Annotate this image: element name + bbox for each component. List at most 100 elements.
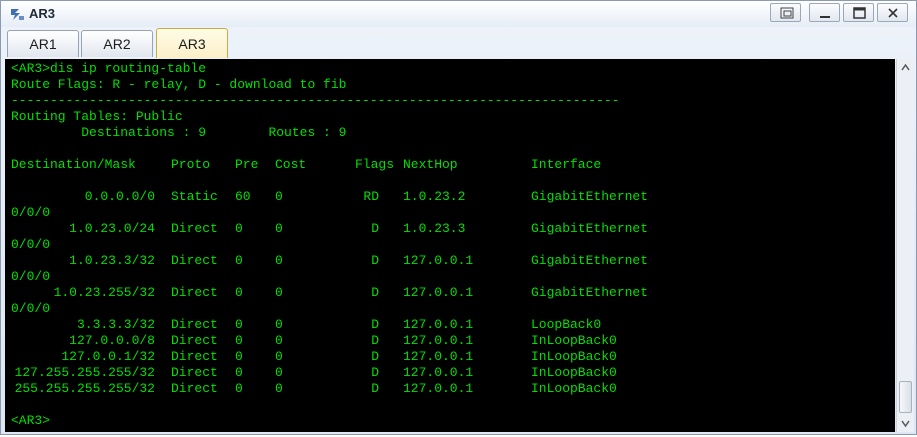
route-proto: Direct xyxy=(171,381,218,396)
route-pre: 0 xyxy=(235,381,243,396)
ensp-app-icon xyxy=(9,6,25,22)
tab-ar2[interactable]: AR2 xyxy=(81,30,153,57)
route-proto: Static xyxy=(171,189,218,204)
col-interface: Interface xyxy=(531,157,602,172)
route-flags-line: Route Flags: R - relay, D - download to … xyxy=(11,77,347,92)
scroll-down-button[interactable] xyxy=(897,415,914,432)
route-destination: 1.0.23.0/24 xyxy=(69,221,155,236)
route-interface-wrap: 0/0/0 xyxy=(11,205,51,220)
maximize-icon xyxy=(853,7,866,19)
col-flags: Flags xyxy=(355,157,395,172)
tab-bar: AR1 AR2 AR3 xyxy=(1,27,916,58)
vertical-scrollbar[interactable] xyxy=(896,59,914,432)
tab-ar3[interactable]: AR3 xyxy=(156,28,228,58)
route-destination: 127.255.255.255/32 xyxy=(14,365,155,380)
route-interface-wrap: 0/0/0 xyxy=(11,269,51,284)
route-proto: Direct xyxy=(171,349,218,364)
route-cost: 0 xyxy=(275,221,283,236)
route-cost: 0 xyxy=(275,381,283,396)
route-flags: D xyxy=(371,381,379,396)
route-nexthop: 127.0.0.1 xyxy=(403,253,474,268)
command-line: <AR3>dis ip routing-table xyxy=(11,61,207,76)
col-cost: Cost xyxy=(275,157,307,172)
route-pre: 0 xyxy=(235,365,243,380)
route-cost: 0 xyxy=(275,253,283,268)
route-flags: D xyxy=(371,333,379,348)
restore-icon xyxy=(780,7,794,19)
route-pre: 0 xyxy=(235,333,243,348)
route-cost: 0 xyxy=(275,365,283,380)
route-interface: GigabitEthernet xyxy=(531,285,649,300)
route-proto: Direct xyxy=(171,253,218,268)
route-pre: 60 xyxy=(235,189,251,204)
minimize-icon xyxy=(820,16,830,18)
maximize-button[interactable] xyxy=(843,3,874,22)
route-pre: 0 xyxy=(235,317,243,332)
route-flags: RD xyxy=(363,189,379,204)
route-cost: 0 xyxy=(275,189,283,204)
route-flags: D xyxy=(371,365,379,380)
route-interface: LoopBack0 xyxy=(531,317,602,332)
route-cost: 0 xyxy=(275,285,283,300)
window-title: AR3 xyxy=(29,6,56,21)
route-nexthop: 1.0.23.2 xyxy=(403,189,466,204)
route-interface: InLoopBack0 xyxy=(531,365,617,380)
route-proto: Direct xyxy=(171,333,218,348)
route-flags: D xyxy=(371,253,379,268)
terminal-prompt[interactable]: <AR3> xyxy=(11,413,50,429)
close-button[interactable] xyxy=(877,3,908,22)
route-nexthop: 127.0.0.1 xyxy=(403,349,474,364)
route-proto: Direct xyxy=(171,365,218,380)
route-destination: 1.0.23.255/32 xyxy=(53,285,155,300)
route-destination: 1.0.23.3/32 xyxy=(69,253,155,268)
tab-ar1[interactable]: AR1 xyxy=(7,30,79,57)
route-cost: 0 xyxy=(275,317,283,332)
route-cost: 0 xyxy=(275,349,283,364)
destinations-count-line: Destinations : 9 Routes : 9 xyxy=(11,125,347,140)
route-destination: 127.0.0.1/32 xyxy=(61,349,155,364)
route-pre: 0 xyxy=(235,285,243,300)
route-interface: GigabitEthernet xyxy=(531,221,649,236)
route-flags: D xyxy=(371,285,379,300)
route-pre: 0 xyxy=(235,253,243,268)
title-bar[interactable]: AR3 xyxy=(1,1,916,27)
route-proto: Direct xyxy=(171,221,218,236)
route-interface: GigabitEthernet xyxy=(531,253,649,268)
route-destination: 127.0.0.0/8 xyxy=(69,333,155,348)
route-destination: 255.255.255.255/32 xyxy=(14,381,155,396)
close-icon xyxy=(888,8,898,18)
restore-button[interactable] xyxy=(770,3,801,22)
col-proto: Proto xyxy=(171,157,211,172)
col-pre: Pre xyxy=(235,157,259,172)
route-interface: GigabitEthernet xyxy=(531,189,649,204)
route-interface: InLoopBack0 xyxy=(531,349,617,364)
col-destination-mask: Destination/Mask xyxy=(11,157,136,172)
scroll-up-icon xyxy=(901,63,910,71)
route-cost: 0 xyxy=(275,333,283,348)
route-pre: 0 xyxy=(235,221,243,236)
route-destination: 3.3.3.3/32 xyxy=(76,317,155,332)
route-interface-wrap: 0/0/0 xyxy=(11,301,51,316)
terminal-console[interactable]: <AR3>dis ip routing-table Route Flags: R … xyxy=(5,59,895,432)
route-flags: D xyxy=(371,221,379,236)
route-proto: Direct xyxy=(171,317,218,332)
route-nexthop: 127.0.0.1 xyxy=(403,333,474,348)
route-destination: 0.0.0.0/0 xyxy=(84,189,155,204)
route-nexthop: 127.0.0.1 xyxy=(403,365,474,380)
col-nexthop: NextHop xyxy=(403,157,458,172)
route-interface-wrap: 0/0/0 xyxy=(11,237,51,252)
scroll-up-button[interactable] xyxy=(897,59,914,76)
route-flags: D xyxy=(371,317,379,332)
route-interface: InLoopBack0 xyxy=(531,381,617,396)
route-pre: 0 xyxy=(235,349,243,364)
route-interface: InLoopBack0 xyxy=(531,333,617,348)
routing-tables-line: Routing Tables: Public xyxy=(11,109,183,124)
route-nexthop: 127.0.0.1 xyxy=(403,285,474,300)
scroll-down-icon xyxy=(901,420,910,428)
scroll-thumb[interactable] xyxy=(899,381,912,413)
route-nexthop: 1.0.23.3 xyxy=(403,221,466,236)
minimize-button[interactable] xyxy=(809,3,840,22)
route-nexthop: 127.0.0.1 xyxy=(403,381,474,396)
separator-line: ----------------------------------------… xyxy=(11,93,620,108)
route-flags: D xyxy=(371,349,379,364)
